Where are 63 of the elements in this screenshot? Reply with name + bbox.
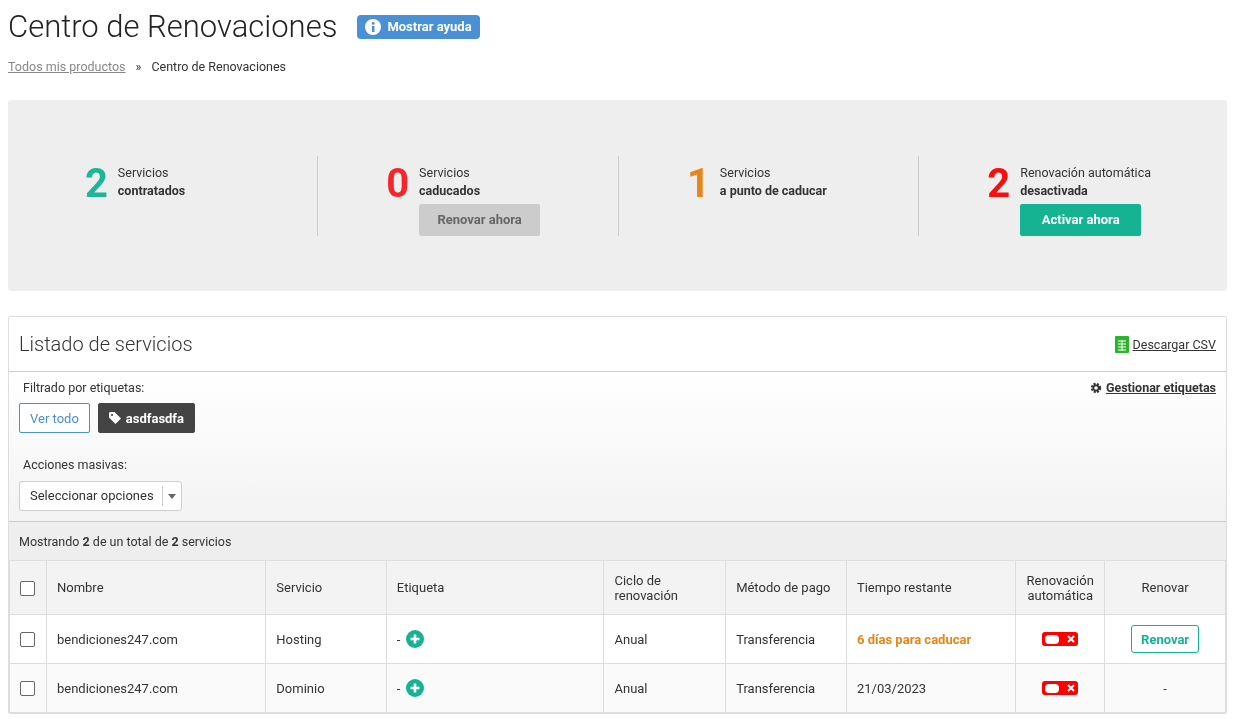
table-cell: Transferencia xyxy=(725,663,847,713)
stat-label: Servicios xyxy=(117,164,170,180)
auto-renew-toggle[interactable] xyxy=(1042,681,1079,695)
settings-icon xyxy=(1089,381,1102,394)
stat-action-button[interactable]: Activar ahora xyxy=(1020,203,1142,236)
caret-icon xyxy=(167,493,176,499)
tag-icon xyxy=(108,412,121,424)
bulk-actions-label: Acciones masivas: xyxy=(22,457,128,472)
table-cell: bendiciones247.com xyxy=(46,614,266,664)
page-title: Centro de Renovaciones xyxy=(8,8,338,45)
breadcrumb-text: » xyxy=(135,59,142,74)
spreadsheet-icon xyxy=(1114,335,1129,353)
table-cell: Anual xyxy=(603,663,726,713)
renew-button[interactable]: Renovar xyxy=(1131,625,1200,653)
tag-value: - xyxy=(396,631,401,647)
filter-label: Filtrado por etiquetas: xyxy=(22,380,145,395)
tag-filter[interactable]: asdfasdfa xyxy=(97,403,195,433)
select-all-checkbox[interactable] xyxy=(20,580,36,596)
list-title: Listado de servicios xyxy=(19,332,193,356)
stat-number: 2 xyxy=(987,161,1011,206)
column-header: Nombre xyxy=(46,560,266,615)
results-summary: Mostrando 2 de un total de 2 servicios xyxy=(9,521,1226,560)
breadcrumb-link[interactable]: Todos mis productos xyxy=(8,59,126,74)
download-csv-link[interactable]: Descargar CSV xyxy=(1114,335,1216,353)
column-header: Renovar xyxy=(1104,560,1226,615)
auto-renew-toggle[interactable] xyxy=(1042,632,1079,646)
stat-caption: contratados xyxy=(117,182,187,198)
column-header: Ciclo de renovación xyxy=(603,560,726,615)
table-cell: Hosting xyxy=(265,614,387,664)
tag-filter[interactable]: Ver todo xyxy=(19,403,90,433)
stat-label: Servicios xyxy=(719,164,772,180)
column-header: Método de pago xyxy=(725,560,847,615)
table-cell: Dominio xyxy=(265,663,387,713)
add-icon[interactable] xyxy=(406,630,425,648)
close-icon xyxy=(1067,684,1076,692)
stat-caption: desactivada xyxy=(1020,182,1089,198)
stat-caption: caducados xyxy=(419,182,482,198)
stat-number: 0 xyxy=(386,161,410,206)
stat-label: Renovación automática xyxy=(1020,164,1151,180)
tag-value: - xyxy=(396,680,401,696)
table-cell: - xyxy=(1104,663,1226,713)
stat-number: 2 xyxy=(84,161,108,206)
stat-label: Servicios xyxy=(419,164,471,180)
stat-number: 1 xyxy=(686,161,710,206)
add-icon[interactable] xyxy=(406,679,425,697)
close-icon xyxy=(1067,635,1076,643)
breadcrumb-text: Centro de Renovaciones xyxy=(151,59,287,74)
column-header: Servicio xyxy=(265,560,387,615)
table-cell: 6 días para caducar xyxy=(846,614,1016,664)
table-cell: bendiciones247.com xyxy=(46,663,266,713)
help-button[interactable]: Mostrar ayuda xyxy=(357,14,480,39)
row-checkbox[interactable] xyxy=(20,681,36,697)
table-cell: Anual xyxy=(603,614,726,664)
column-header: Etiqueta xyxy=(386,560,604,615)
bulk-actions-select[interactable]: Seleccionar opciones xyxy=(19,481,182,511)
table-cell: Transferencia xyxy=(725,614,847,664)
column-header: Renovación automática xyxy=(1015,560,1105,615)
table-cell: 21/03/2023 xyxy=(846,663,1016,713)
info-icon xyxy=(365,18,382,35)
stat-caption: a punto de caducar xyxy=(719,182,828,198)
row-checkbox[interactable] xyxy=(20,632,36,648)
column-header: Tiempo restante xyxy=(846,560,1016,615)
manage-tags-link[interactable]: Gestionar etiquetas xyxy=(1089,380,1216,395)
